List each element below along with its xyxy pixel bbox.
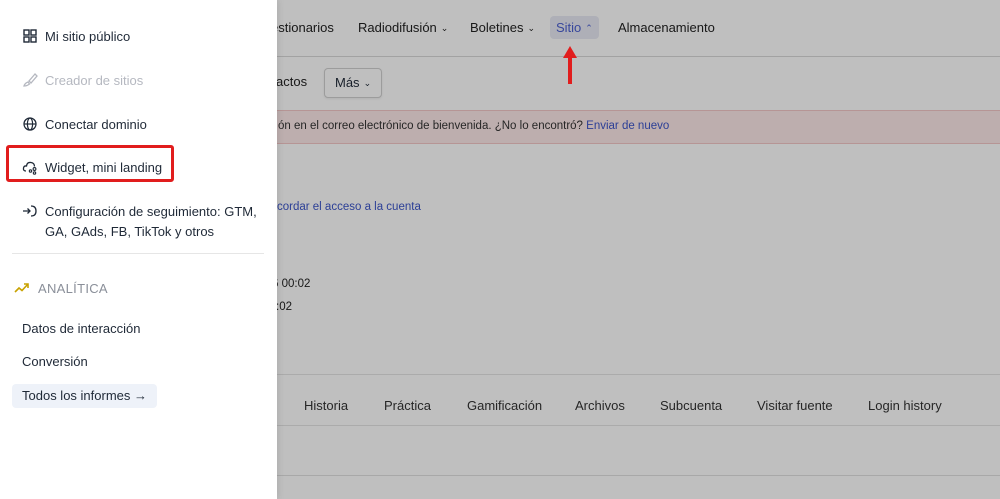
nav-label: Boletines (470, 20, 524, 35)
globe-icon (23, 117, 37, 131)
tab-visit-source[interactable]: Visitar fuente (757, 398, 833, 413)
menu-divider (12, 253, 264, 254)
menu-item-tracking-settings[interactable]: Configuración de seguimiento: GTM, GA, G… (45, 202, 265, 242)
tab-subaccount[interactable]: Subcuenta (660, 398, 722, 413)
menu-item-label: Conectar dominio (45, 117, 147, 132)
brush-icon (23, 73, 38, 87)
tracking-icon (23, 205, 37, 217)
nav-item-newsletters[interactable]: Boletines ⌄ (470, 20, 535, 35)
menu-item-label: Mi sitio público (45, 29, 131, 44)
more-button[interactable]: Más ⌄ (324, 68, 383, 98)
chevron-up-icon: ⌃ (585, 23, 593, 33)
nav-label: estionarios (271, 20, 334, 35)
tab-gamification[interactable]: Gamificación (467, 398, 542, 413)
menu-item-conversion[interactable]: Conversión (22, 354, 88, 369)
subnav-contacts[interactable]: actos (276, 74, 307, 89)
chevron-down-icon: ⌄ (440, 23, 449, 33)
tab-practice[interactable]: Práctica (384, 398, 431, 413)
nav-item-site[interactable]: Sitio ⌃ (550, 16, 599, 39)
tab-login-history[interactable]: Login history (868, 398, 942, 413)
alert-text: ón en el correo electrónico de bienvenid… (278, 120, 669, 132)
timestamp-1: 6 00:02 (272, 278, 311, 290)
grid-icon (23, 29, 37, 43)
nav-item-questionnaires[interactable]: estionarios (271, 20, 334, 35)
menu-item-label: Creador de sitios (45, 73, 144, 88)
all-reports-button[interactable]: Todos los informes → (12, 384, 157, 408)
annotation-highlight-box (6, 145, 174, 182)
nav-label: Sitio (556, 20, 582, 35)
menu-item-interaction-data[interactable]: Datos de interacción (22, 321, 141, 336)
nav-item-storage[interactable]: Almacenamiento (618, 20, 715, 35)
chevron-down-icon: ⌄ (527, 23, 536, 33)
resend-link[interactable]: Enviar de nuevo (586, 120, 669, 132)
alert-message: ón en el correo electrónico de bienvenid… (278, 120, 583, 132)
more-label: Más (335, 75, 360, 90)
site-dropdown-menu: Mi sitio público Creador de sitios Conec… (0, 0, 277, 499)
analytics-section-title: ANALÍTICA (38, 281, 108, 296)
timestamp-2: :02 (276, 301, 292, 313)
chevron-down-icon: ⌄ (363, 78, 372, 88)
nav-label: Radiodifusión (358, 20, 437, 35)
trending-up-icon (14, 283, 29, 293)
nav-label: Almacenamiento (618, 20, 715, 35)
tab-files[interactable]: Archivos (575, 398, 625, 413)
nav-item-broadcast[interactable]: Radiodifusión ⌄ (358, 20, 448, 35)
annotation-arrow-icon (563, 46, 577, 84)
access-reminder-link[interactable]: cordar el acceso a la cuenta (277, 201, 421, 213)
tab-history[interactable]: Historia (304, 398, 348, 413)
